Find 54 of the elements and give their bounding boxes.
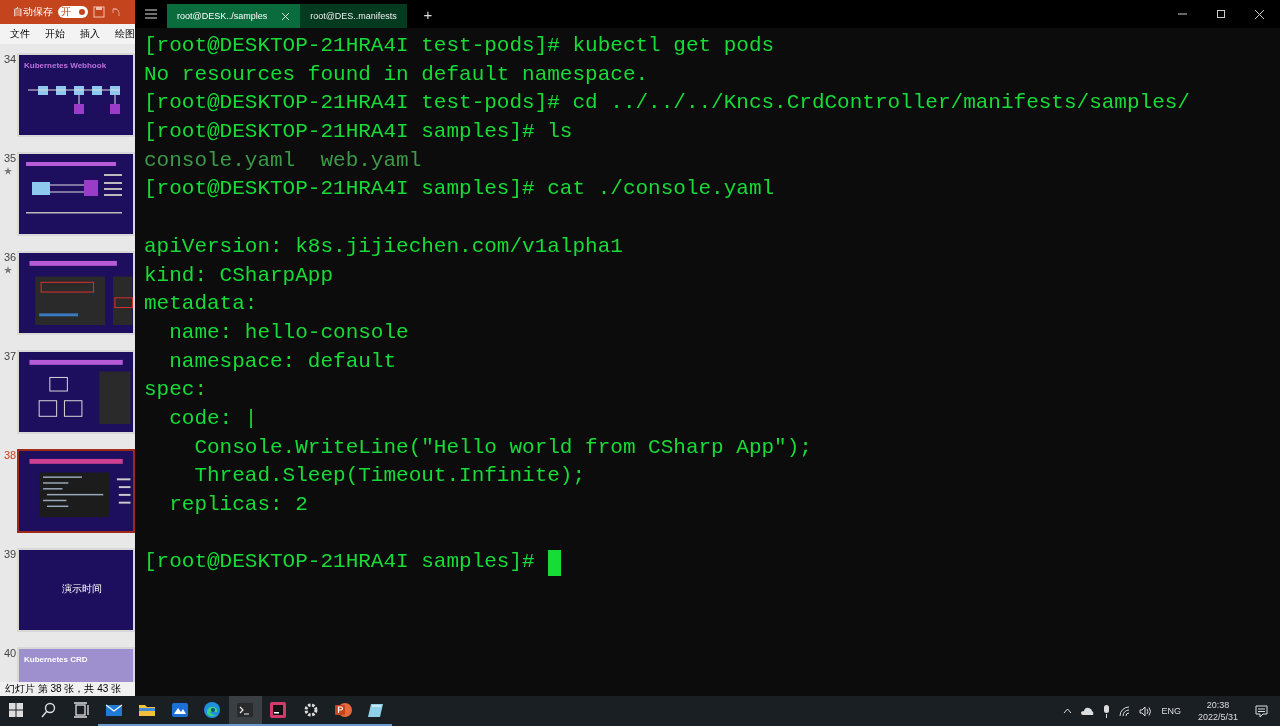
notification-icon[interactable]	[1255, 704, 1268, 718]
terminal-line: console.yaml web.yaml	[144, 147, 422, 174]
slide-title: Kubernetes Webhook	[24, 61, 108, 70]
terminal-line: kind: CSharpApp	[144, 262, 334, 289]
terminal-tab[interactable]: root@DES..manifests	[300, 4, 407, 28]
slide-thumbnail[interactable]: 演示时间	[17, 548, 135, 632]
menu-icon[interactable]	[145, 9, 157, 19]
save-icon[interactable]	[93, 6, 105, 18]
speaker-icon[interactable]	[1139, 705, 1153, 717]
terminal-line: name: hello-console	[168, 319, 409, 346]
terminal-line: [root@DESKTOP-21HRA4I samples]# ls	[144, 119, 573, 146]
slide-number: 36	[4, 251, 17, 263]
menu-tab[interactable]: 文件	[10, 27, 30, 41]
new-tab-button[interactable]: +	[420, 0, 435, 28]
slide-number: 39	[4, 548, 17, 560]
terminal-line: apiVersion: k8s.jijiechen.com/v1alpha1	[144, 233, 623, 260]
terminal-line: [root@DESKTOP-21HRA4I test-pods]# kubectl get pods	[144, 33, 775, 59]
terminal-line: [root@DESKTOP-21HRA4I test-pods]# cd ../../../Kncs.CrdController/manifests/samples/	[144, 90, 1190, 117]
slide-thumbnail[interactable]: Kubernetes Webhook	[17, 53, 135, 137]
clock-time[interactable]: 20:38	[1206, 699, 1230, 711]
language-indicator[interactable]: ENG	[1161, 706, 1181, 716]
menu-tab[interactable]: 绘图	[115, 27, 135, 41]
wifi-icon[interactable]	[1119, 705, 1131, 717]
terminal-line: Thread.Sleep(Timeout.Infinite);	[193, 463, 586, 490]
autosave-toggle[interactable]: 开	[58, 6, 88, 18]
terminal-line: spec:	[144, 377, 207, 404]
terminal-line: replicas: 2	[168, 492, 308, 518]
close-icon[interactable]	[1255, 9, 1264, 19]
terminal-tab[interactable]: root@DESK../samples	[167, 4, 301, 28]
slide-number: 38	[4, 449, 17, 461]
maximize-icon[interactable]	[1217, 10, 1225, 18]
slide-title: Kubernetes CRD	[24, 655, 89, 664]
caret-icon[interactable]	[1063, 708, 1073, 714]
terminal-line: code: |	[168, 405, 258, 432]
terminal-line: [root@DESKTOP-21HRA4I samples]# cat ./console.yaml	[144, 176, 775, 203]
cloud-icon[interactable]	[1081, 707, 1095, 715]
slide-number: 35	[4, 152, 17, 164]
slide-number: 34	[4, 53, 17, 65]
terminal-line: namespace: default	[168, 348, 397, 375]
clock-date[interactable]: 2022/5/31	[1197, 711, 1238, 723]
terminal-line: Console.WriteLine("Hello world from CSharp App");	[193, 434, 812, 461]
menu-tab[interactable]: 开始	[45, 27, 65, 41]
menu-tab[interactable]: 插入	[80, 27, 100, 41]
autosave-label: 自动保存	[13, 5, 53, 19]
terminal-line: metadata:	[144, 291, 258, 318]
slide-count: 幻灯片 第 38 张，共 43 张	[5, 682, 122, 696]
terminal-icon[interactable]	[228, 696, 262, 726]
microphone-icon[interactable]	[1103, 704, 1111, 718]
slide-thumbnail[interactable]	[17, 449, 135, 533]
slide-number: 40	[4, 647, 17, 659]
slide-number: 37	[4, 350, 17, 362]
terminal-line: No resources found in default namespace.	[144, 61, 649, 88]
terminal-line: [root@DESKTOP-21HRA4I samples]#	[144, 549, 536, 576]
slide-title: 演示时间	[62, 582, 103, 596]
